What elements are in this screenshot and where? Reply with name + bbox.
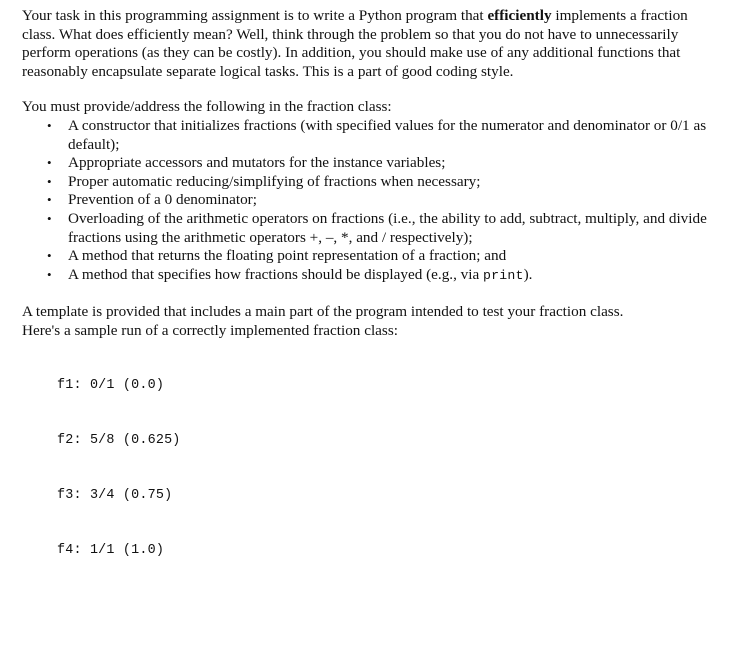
bullet-icon: • <box>47 248 52 264</box>
requirements-lead-in: You must provide/address the following i… <box>22 98 392 116</box>
sample-run-lead-in-line-1: A template is provided that includes a m… <box>22 303 624 321</box>
code-line: f1: 0/1 (0.0) <box>57 378 165 394</box>
list-item: • Prevention of a 0 denominator; <box>47 191 707 210</box>
bullet-icon: • <box>47 117 52 133</box>
requirements-list: • A constructor that initializes fractio… <box>0 117 737 285</box>
list-item-text: A method that returns the floating point… <box>68 247 507 265</box>
list-item-text: Appropriate accessors and mutators for t… <box>68 154 446 172</box>
code-line: f4: 1/1 (1.0) <box>57 542 165 558</box>
list-item-text: A constructor that initializes fractions… <box>68 116 707 153</box>
list-item: • A constructor that initializes fractio… <box>47 116 707 154</box>
sample-run-lead-in-line-2: Here's a sample run of a correctly imple… <box>22 321 398 339</box>
bullet-icon: • <box>47 210 52 226</box>
bullet-icon: • <box>47 192 52 208</box>
list-item: • A method that returns the floating poi… <box>47 247 707 266</box>
list-item-text: Overloading of the arithmetic operators … <box>68 209 707 246</box>
code-line: f2: 5/8 (0.625) <box>57 432 181 448</box>
inline-code-print: print <box>483 267 524 283</box>
bullet-icon: • <box>47 155 52 171</box>
intro-text-before-bold: Your task in this programming assignment… <box>22 7 488 24</box>
assignment-document-page: Your task in this programming assignment… <box>0 0 737 663</box>
list-item-text-suffix: ). <box>523 265 533 283</box>
list-item-text: Prevention of a 0 denominator; <box>68 191 257 209</box>
code-line: f3: 3/4 (0.75) <box>57 487 173 503</box>
bullet-icon: • <box>47 173 52 189</box>
list-item: • Proper automatic reducing/simplifying … <box>47 172 707 192</box>
intro-bold-efficiently: efficiently <box>487 7 552 24</box>
intro-paragraph: Your task in this programming assignment… <box>22 0 701 81</box>
list-item: • A method that specifies how fractions … <box>47 266 707 286</box>
list-item: • Appropriate accessors and mutators for… <box>47 154 707 173</box>
list-item: • Overloading of the arithmetic operator… <box>47 209 707 247</box>
list-item-text: Proper automatic reducing/simplifying of… <box>68 172 481 190</box>
list-item-text-prefix: A method that specifies how fractions sh… <box>68 265 484 283</box>
list-item-text: A method that specifies how fractions sh… <box>68 266 532 283</box>
sample-output-group-one: f1: 0/1 (0.0) f2: 5/8 (0.625) f3: 3/4 (0… <box>57 341 737 597</box>
sample-output-group-two: f1: 5/4 (1.25) f2: 0/1 (0.0) f3: 25/16 (… <box>57 633 737 663</box>
bullet-icon: • <box>47 266 52 282</box>
